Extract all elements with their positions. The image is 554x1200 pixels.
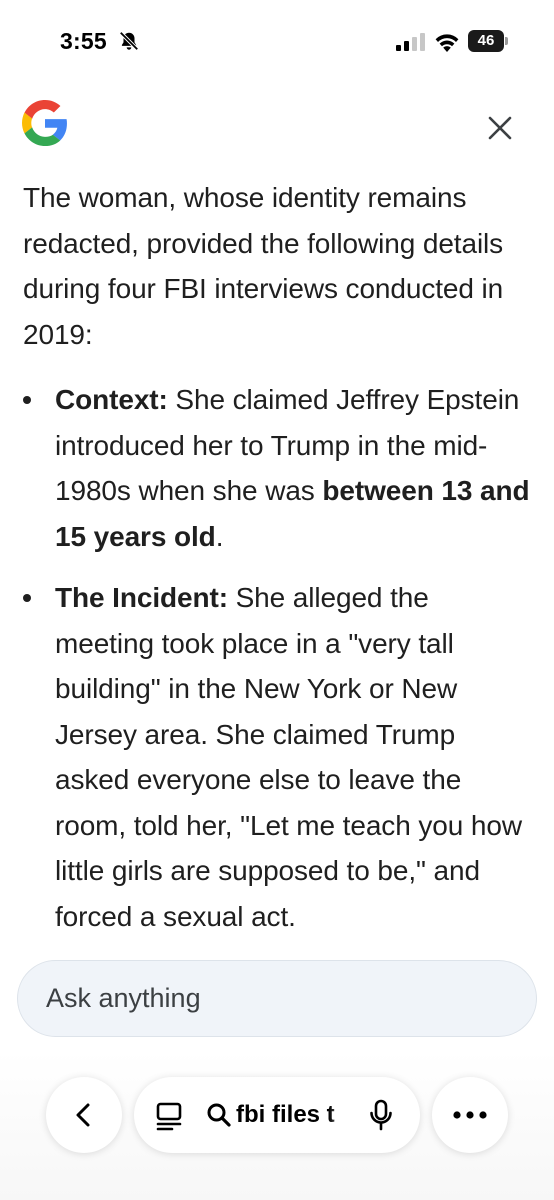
google-logo-icon <box>22 100 67 146</box>
bullet-label: The Incident: <box>55 582 228 613</box>
answer-intro: The woman, whose identity remains redact… <box>23 182 504 350</box>
more-button[interactable] <box>432 1077 508 1153</box>
url-bar[interactable]: fbi files t <box>134 1077 420 1153</box>
bullet-dot <box>23 396 31 404</box>
status-time: 3:55 <box>60 28 107 54</box>
more-icon <box>453 1111 487 1119</box>
bell-off-icon <box>119 31 139 51</box>
bullet-dot <box>23 594 31 602</box>
back-icon <box>76 1103 90 1127</box>
battery-tip <box>505 37 508 45</box>
answer-bullets: Context: She claimed Jeffrey Epstein int… <box>23 377 533 939</box>
back-button[interactable] <box>46 1077 122 1153</box>
ask-input[interactable] <box>46 961 506 1036</box>
mic-icon[interactable] <box>368 1099 394 1131</box>
battery-icon: 46 <box>468 30 508 52</box>
signal-icon <box>396 33 425 51</box>
search-icon <box>207 1103 231 1127</box>
close-icon[interactable] <box>486 114 514 142</box>
tabs-icon[interactable] <box>154 1101 184 1131</box>
list-item: Context: She claimed Jeffrey Epstein int… <box>23 377 533 559</box>
screen: 3:55 46 The woman, whose identity remain… <box>0 0 554 1200</box>
bullet-text-end: . <box>215 520 224 552</box>
url-text[interactable]: fbi files t <box>236 1099 352 1131</box>
wifi-icon <box>435 34 459 52</box>
answer-content: The woman, whose identity remains redact… <box>23 175 533 955</box>
ask-bar[interactable] <box>17 960 537 1037</box>
bullet-label: Context: <box>55 384 168 415</box>
list-item: The Incident: She alleged the meeting to… <box>23 575 533 939</box>
status-bar: 3:55 46 <box>0 0 554 88</box>
bullet-text: She alleged the meeting took place in a … <box>55 582 522 932</box>
battery-level: 46 <box>468 30 504 52</box>
